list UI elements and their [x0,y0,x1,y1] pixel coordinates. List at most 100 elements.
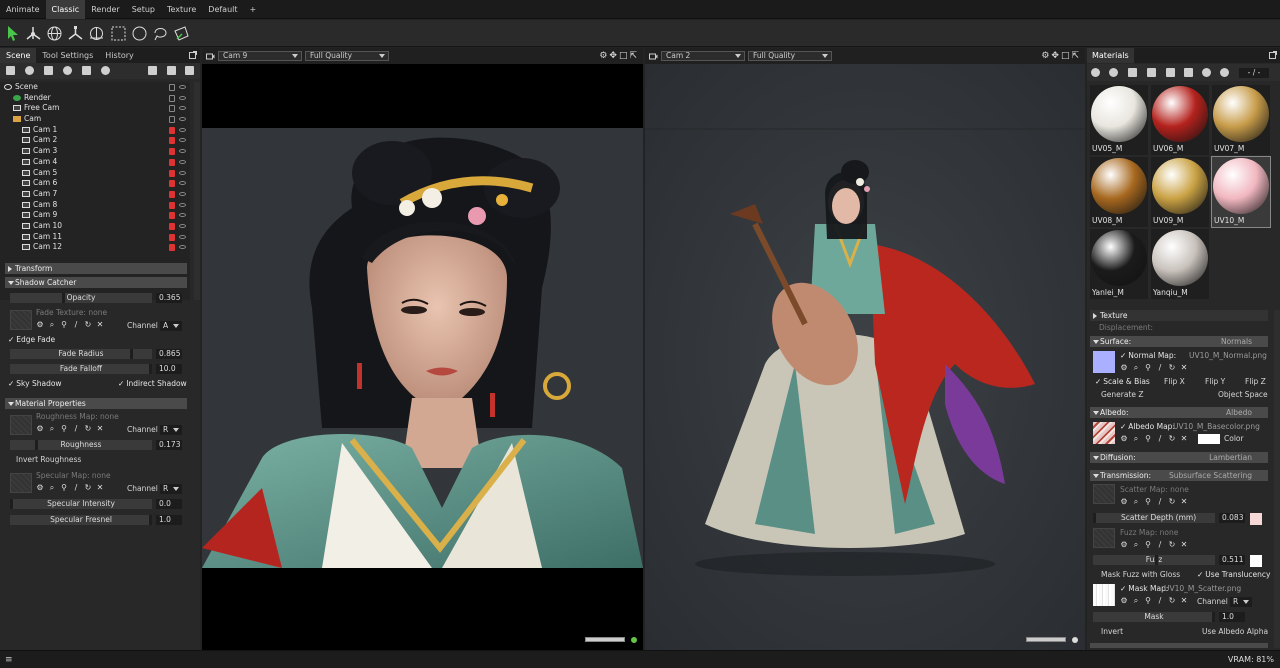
material-tile[interactable]: Yanqiu_M [1151,229,1209,299]
lock-icon[interactable] [169,116,175,124]
tab-default[interactable]: Default [202,0,243,19]
reload-icon[interactable]: ↻ [1168,364,1176,372]
fuzz-value[interactable]: 0.511 [1219,555,1245,565]
fade-radius-slider[interactable]: Fade Radius [10,349,152,359]
clear-icon[interactable]: ✕ [96,484,104,492]
material-tile[interactable]: UV10_M [1211,156,1271,228]
section-albedo[interactable]: Albedo: Albedo [1090,407,1268,418]
eye-icon[interactable] [179,95,186,100]
clear-icon[interactable]: ✕ [1180,541,1188,549]
eye-icon[interactable] [179,106,186,111]
move-icon[interactable] [25,25,42,42]
add-material-icon[interactable] [1091,68,1100,77]
settings-icon[interactable]: ⚙ [1041,51,1051,61]
material-tile[interactable]: UV09_M [1151,157,1209,227]
eye-icon[interactable] [179,234,186,239]
search-icon[interactable]: ⌕ [48,321,56,329]
opacity-knob[interactable] [62,293,65,303]
paint-icon[interactable]: ⚲ [1144,597,1152,605]
roughness-knob[interactable] [35,440,38,450]
specular-map-thumb[interactable] [10,473,32,493]
section-texture[interactable]: Texture [1090,310,1268,321]
paint-icon[interactable]: ⚲ [60,425,68,433]
mask-map-thumb[interactable] [1093,584,1115,606]
opacity-value[interactable]: 0.365 [156,293,182,303]
menu-icon[interactable]: ≡ [5,655,13,665]
opacity-slider[interactable]: Opacity [10,293,152,303]
settings-icon[interactable]: ⚙ [1120,364,1128,372]
fade-radius-knob[interactable] [130,349,133,359]
mask-knob[interactable] [1212,612,1215,622]
search-icon[interactable]: ⌕ [1132,597,1140,605]
settings-icon[interactable]: ⚙ [1120,597,1128,605]
reload-icon[interactable]: ↻ [84,321,92,329]
brush-icon[interactable]: / [1156,597,1164,605]
tree-item[interactable]: Cam [0,114,190,125]
indirect-shadow-checkbox[interactable]: Indirect Shadow [118,379,186,389]
quality-select[interactable]: Full Quality [748,51,832,61]
clear-icon[interactable]: ✕ [96,425,104,433]
universal-manipulator-icon[interactable] [88,25,105,42]
layers-icon[interactable] [167,66,176,75]
eye-icon[interactable] [179,223,186,228]
folder-icon[interactable] [148,66,157,75]
tab-texture[interactable]: Texture [161,0,202,19]
mask-value[interactable]: 1.0 [1219,612,1245,622]
tree-item[interactable]: Cam 1 [0,125,190,136]
folder-icon[interactable] [1147,68,1156,77]
normal-map-checkbox[interactable]: Normal Map: [1120,351,1176,361]
brush-icon[interactable]: / [72,484,80,492]
channel-select[interactable]: A [160,321,182,331]
material-tile[interactable]: UV06_M [1151,85,1209,155]
search-icon[interactable]: ⌕ [48,425,56,433]
search-icon[interactable]: ⌕ [1132,541,1140,549]
paint-icon[interactable]: ⚲ [1144,435,1152,443]
tree-item[interactable]: Cam 11 [0,232,190,243]
eye-icon[interactable] [179,170,186,175]
roughness-map-thumb[interactable] [10,415,32,435]
flip-y-checkbox[interactable]: Flip Y [1205,377,1225,387]
lock-icon[interactable] [169,126,175,134]
shader-icon[interactable] [1184,68,1193,77]
popout-icon[interactable] [189,51,197,59]
popout-icon[interactable]: ⇱ [629,51,639,61]
albedo-mode[interactable]: Albedo [1226,407,1252,418]
surface-mode[interactable]: Normals [1221,336,1252,347]
lock-icon[interactable] [169,180,175,188]
clear-icon[interactable]: ✕ [1180,597,1188,605]
maximize-icon[interactable]: □ [619,51,630,61]
lock-icon[interactable] [169,169,175,177]
channel-select[interactable]: R [160,484,182,494]
reload-icon[interactable]: ↻ [1168,435,1176,443]
material-tile[interactable]: UV05_M [1090,85,1148,155]
tree-item[interactable]: Cam 7 [0,189,190,200]
reload-icon[interactable]: ↻ [1168,597,1176,605]
move-view-icon[interactable]: ✥ [609,51,619,61]
tab-scene[interactable]: Scene [0,48,37,63]
scatter-map-thumb[interactable] [1093,484,1115,504]
material-tile[interactable]: UV07_M [1212,85,1270,155]
eye-icon[interactable] [179,149,186,154]
lock-icon[interactable] [169,222,175,230]
rotate-icon[interactable] [46,25,63,42]
section-transform[interactable]: Transform [5,263,187,274]
add-environment-icon[interactable] [101,66,110,75]
tree-item[interactable]: Cam 9 [0,210,190,221]
eye-icon[interactable] [179,191,186,196]
section-transmission[interactable]: Transmission: Subsurface Scattering [1090,470,1268,481]
lock-icon[interactable] [169,158,175,166]
tree-scrollbar[interactable] [194,82,200,300]
channel-select[interactable]: R [160,425,182,435]
search-icon[interactable]: ⌕ [48,484,56,492]
reload-icon[interactable]: ↻ [1168,498,1176,506]
move-view-icon[interactable]: ✥ [1051,51,1061,61]
lock-icon[interactable] [169,137,175,145]
add-light-icon[interactable] [25,66,34,75]
clear-icon[interactable]: ✕ [1180,364,1188,372]
brush-icon[interactable]: / [1156,498,1164,506]
fuzz-slider[interactable]: Fuzz [1093,555,1215,565]
brush-icon[interactable]: / [1156,541,1164,549]
invert-roughness-checkbox[interactable]: Invert Roughness [16,455,81,465]
eye-icon[interactable] [179,213,186,218]
tab-animate[interactable]: Animate [0,0,46,19]
